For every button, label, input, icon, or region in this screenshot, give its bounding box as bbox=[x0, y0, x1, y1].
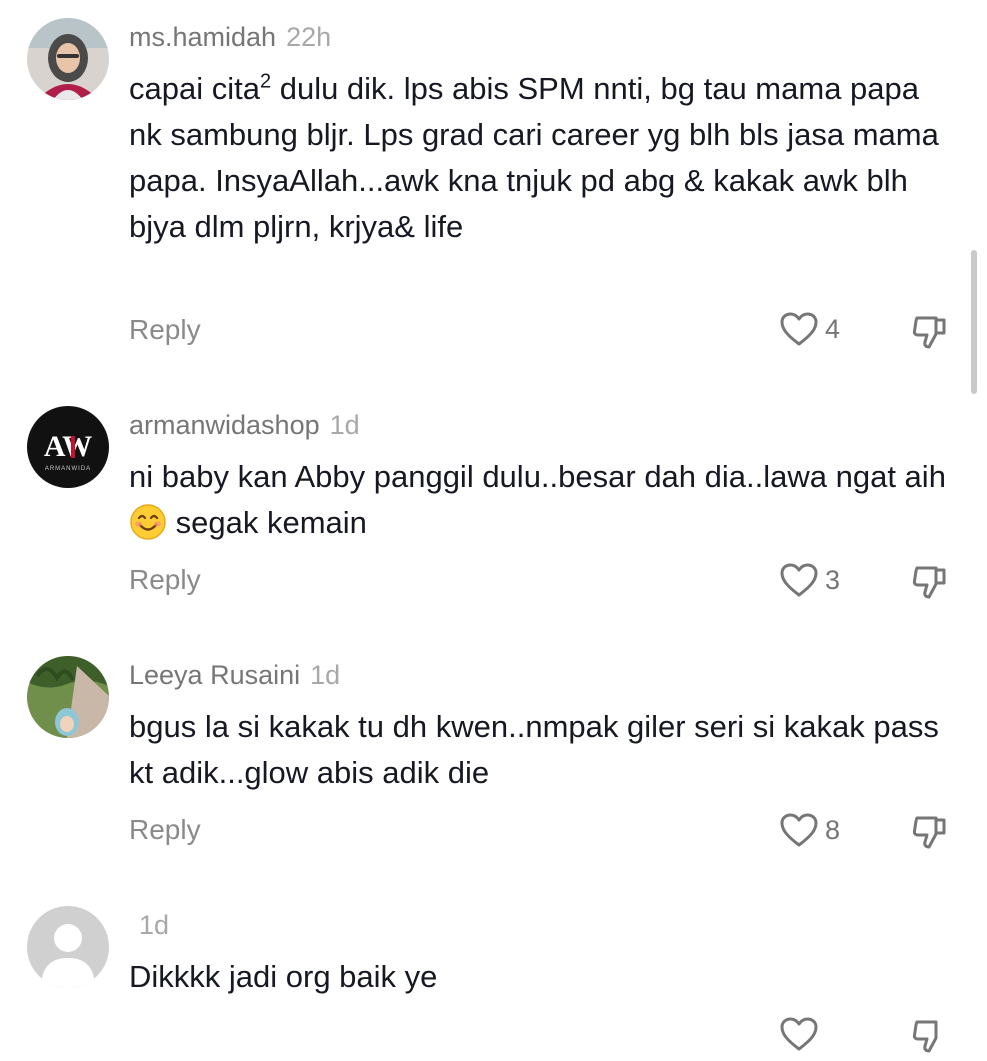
thumbs-down-icon bbox=[912, 816, 946, 849]
dislike-button[interactable] bbox=[910, 812, 950, 857]
default-avatar-icon bbox=[27, 906, 109, 988]
comment-text-part: ni baby kan Abby panggil dulu..besar dah… bbox=[129, 459, 946, 494]
comment-superscript: 2 bbox=[259, 70, 272, 93]
comment-timestamp: 1d bbox=[310, 660, 341, 690]
like-count: 8 bbox=[825, 814, 841, 845]
comment-text: ni baby kan Abby panggil dulu..besar dah… bbox=[129, 454, 959, 546]
avatar-logo-icon: AW ARMANWIDA bbox=[27, 406, 109, 488]
comment-text: capai cita2 dulu dik. lps abis SPM nnti,… bbox=[129, 66, 959, 250]
like-button[interactable] bbox=[779, 1016, 819, 1052]
dislike-button[interactable] bbox=[910, 1016, 950, 1061]
avatar[interactable] bbox=[27, 18, 109, 100]
thumbs-down-icon bbox=[912, 566, 946, 599]
scrollbar-thumb[interactable] bbox=[971, 250, 977, 394]
avatar-logo-subtext: ARMANWIDA bbox=[45, 466, 91, 472]
comment-username-row: ms.hamidah 22h bbox=[129, 22, 331, 53]
comment-text-part: segak kemain bbox=[167, 505, 367, 540]
comment-timestamp: 22h bbox=[286, 22, 332, 52]
reply-button[interactable]: Reply bbox=[129, 814, 201, 846]
thumbs-down-icon bbox=[912, 316, 946, 349]
like-button[interactable]: 8 bbox=[779, 812, 840, 848]
comment-username[interactable]: armanwidashop bbox=[129, 410, 320, 440]
comment-text: Dikkkk jadi org baik ye bbox=[129, 959, 438, 994]
like-count: 3 bbox=[825, 564, 841, 595]
comment-timestamp: 1d bbox=[329, 410, 360, 440]
comment-username-row: 1d bbox=[129, 910, 169, 941]
avatar-photo-icon bbox=[27, 656, 109, 738]
dislike-button[interactable] bbox=[910, 562, 950, 607]
heart-outline-icon bbox=[780, 813, 818, 847]
comment-username[interactable]: ms.hamidah bbox=[129, 22, 276, 52]
heart-outline-icon bbox=[780, 312, 818, 346]
comment-timestamp: 1d bbox=[139, 910, 170, 940]
dislike-button[interactable] bbox=[910, 312, 950, 357]
reply-button[interactable]: Reply bbox=[129, 564, 201, 596]
avatar[interactable] bbox=[27, 906, 109, 988]
comment-username-row: Leeya Rusaini 1d bbox=[129, 660, 340, 691]
thumbs-down-icon bbox=[912, 1020, 938, 1053]
like-button[interactable]: 3 bbox=[779, 562, 840, 598]
heart-outline-icon bbox=[780, 563, 818, 597]
heart-outline-icon bbox=[780, 1017, 818, 1051]
smiling-face-emoji bbox=[130, 504, 166, 540]
comment-text: bgus la si kakak tu dh kwen..nmpak giler… bbox=[129, 709, 939, 790]
avatar[interactable] bbox=[27, 656, 109, 738]
comment-username-row: armanwidashop 1d bbox=[129, 410, 360, 441]
avatar[interactable]: AW ARMANWIDA bbox=[27, 406, 109, 488]
reply-button[interactable]: Reply bbox=[129, 314, 201, 346]
like-count: 4 bbox=[825, 313, 841, 344]
avatar-logo-text: AW bbox=[44, 430, 92, 463]
comment-text-part: capai cita bbox=[129, 71, 260, 106]
comment-username[interactable]: Leeya Rusaini bbox=[129, 660, 300, 690]
avatar-photo-icon bbox=[27, 18, 109, 100]
like-button[interactable]: 4 bbox=[779, 311, 840, 347]
